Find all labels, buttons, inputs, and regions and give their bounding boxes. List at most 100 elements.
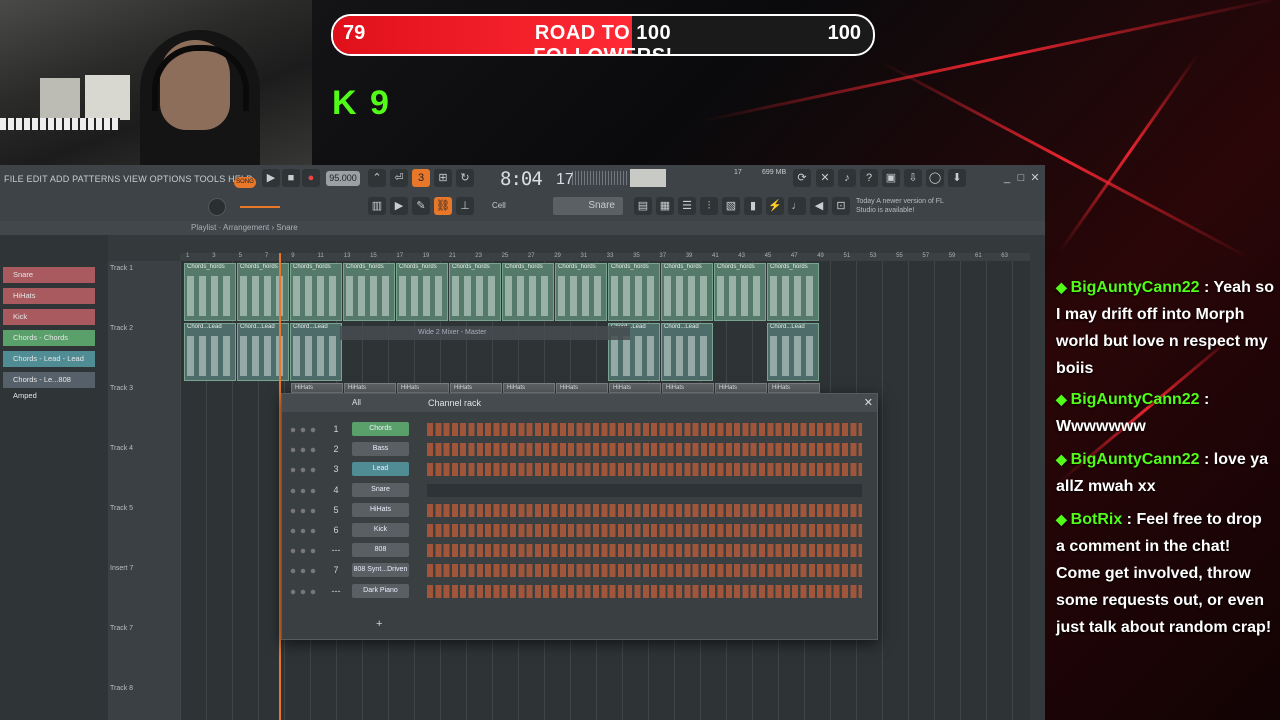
pattern-item[interactable]: Kick: [3, 309, 95, 325]
browser-icon[interactable]: ☰: [678, 197, 696, 215]
close-icon[interactable]: ✕: [1026, 169, 1044, 187]
countdown-icon[interactable]: 3: [412, 169, 430, 187]
piano-roll-icon[interactable]: ▦: [656, 197, 674, 215]
channel-name-button[interactable]: Bass: [352, 442, 409, 457]
chat-username[interactable]: BigAuntyCann22: [1071, 451, 1200, 468]
channel-controls[interactable]: [288, 567, 318, 576]
link-icon[interactable]: ⛓: [434, 197, 452, 215]
pattern-item[interactable]: HiHats: [3, 288, 95, 304]
step-sequencer[interactable]: [427, 524, 862, 537]
channel-controls[interactable]: [288, 426, 318, 434]
channel-row[interactable]: --- Dark Piano: [282, 582, 877, 602]
channel-controls[interactable]: [288, 466, 318, 475]
metronome-icon[interactable]: ⌃: [368, 169, 386, 187]
channel-name-button[interactable]: Lead: [352, 462, 409, 477]
chords-clip[interactable]: Chords_hords: [237, 263, 289, 321]
chords-clip[interactable]: Chords_hords: [396, 263, 448, 321]
stop-icon[interactable]: ■: [282, 169, 300, 187]
pattern-icon[interactable]: ▥: [368, 197, 386, 215]
hihats-clip[interactable]: HiHats: [556, 383, 608, 393]
save-icon[interactable]: ▣: [882, 169, 900, 187]
chords-clip[interactable]: Chords_hords: [449, 263, 501, 321]
step-sequencer[interactable]: [427, 503, 862, 517]
lead-clip[interactable]: Chord...Lead: [184, 323, 236, 381]
channel-row[interactable]: --- 808: [282, 541, 877, 561]
help-icon[interactable]: ?: [860, 169, 878, 187]
lead-clip[interactable]: Chord...Lead: [237, 323, 289, 381]
hihats-clip[interactable]: HiHats: [662, 383, 714, 393]
download-icon[interactable]: ⬇: [948, 169, 966, 187]
chords-clip[interactable]: Chords_hords: [661, 263, 713, 321]
pattern-item[interactable]: Chords - Chords: [3, 330, 95, 346]
draw-tool-icon[interactable]: ✎: [412, 197, 430, 215]
playlist-icon[interactable]: ▤: [634, 197, 652, 215]
channel-rack-icon[interactable]: ▧: [722, 197, 740, 215]
track-header-label[interactable]: Insert 7: [110, 565, 133, 572]
hihats-clip[interactable]: HiHats: [291, 383, 343, 393]
track-header-label[interactable]: Track 8: [110, 685, 133, 692]
channel-controls[interactable]: [288, 446, 318, 455]
snap-selector[interactable]: Snare: [553, 197, 623, 215]
channel-name-button[interactable]: 808 Synt...Driven: [352, 563, 409, 578]
next-icon[interactable]: ▶: [390, 197, 408, 215]
master-pitch-slider[interactable]: [240, 206, 280, 208]
mixer-track-number[interactable]: ---: [330, 545, 342, 555]
channel-row[interactable]: 1 Chords: [282, 420, 877, 440]
tempo-display[interactable]: 95.000: [326, 171, 360, 186]
pattern-item[interactable]: Snare: [3, 267, 95, 283]
channel-name-button[interactable]: Chords: [352, 422, 409, 436]
master-volume-knob[interactable]: [208, 198, 226, 216]
chat-username[interactable]: BigAuntyCann22: [1071, 391, 1200, 408]
plug-icon[interactable]: ⚡: [766, 197, 784, 215]
track-header-label[interactable]: Track 7: [110, 625, 133, 632]
chords-clip[interactable]: Chords_hords: [343, 263, 395, 321]
pattern-item[interactable]: Chords - Lead - Lead: [3, 351, 95, 367]
track-header-label[interactable]: Track 3: [110, 385, 133, 392]
channel-row[interactable]: 6 Kick: [282, 521, 877, 541]
chat-username[interactable]: BigAuntyCann22: [1071, 279, 1200, 296]
channel-controls[interactable]: [288, 527, 318, 535]
chords-clip[interactable]: Chords_hords: [555, 263, 607, 321]
hihats-clip[interactable]: HiHats: [344, 383, 396, 393]
add-channel-icon[interactable]: +: [376, 618, 382, 630]
mixer-icon[interactable]: ⫶: [700, 197, 718, 215]
chat-username[interactable]: BotRix: [1071, 511, 1123, 528]
step-sequencer[interactable]: [427, 584, 862, 598]
lead-clip[interactable]: Chord...Lead: [767, 323, 819, 381]
step-sequencer[interactable]: [427, 544, 862, 558]
channel-controls[interactable]: [288, 506, 318, 515]
chords-clip[interactable]: Chords_hords: [714, 263, 766, 321]
mixer-track-number[interactable]: 5: [330, 505, 342, 515]
refresh-icon[interactable]: ⟳: [793, 169, 811, 187]
tempo-tap-icon[interactable]: ♩: [788, 197, 806, 215]
step-sequencer[interactable]: [427, 483, 862, 497]
lead-clip[interactable]: Chord...Lead: [290, 323, 342, 381]
mic-icon[interactable]: ♪: [838, 169, 856, 187]
mixer-track-number[interactable]: 7: [330, 565, 342, 575]
shop-icon[interactable]: ⊡: [832, 197, 850, 215]
channel-name-button[interactable]: Dark Piano: [352, 583, 409, 598]
mixer-track-number[interactable]: ---: [330, 586, 342, 596]
chords-clip[interactable]: Chords_hords: [502, 263, 554, 321]
hihats-clip[interactable]: HiHats: [609, 383, 661, 393]
step-edit-icon[interactable]: ⊞: [434, 169, 452, 187]
tools-icon[interactable]: ✕: [816, 169, 834, 187]
step-sequencer[interactable]: [427, 443, 862, 457]
step-sequencer[interactable]: [427, 564, 862, 578]
step-sequencer[interactable]: [427, 463, 862, 477]
track-header-label[interactable]: Track 2: [110, 325, 133, 332]
channel-controls[interactable]: [288, 587, 318, 596]
mixer-track-number[interactable]: 3: [330, 464, 342, 474]
lead-clip[interactable]: Chord...Lead: [661, 323, 713, 381]
channel-filter[interactable]: All: [352, 398, 361, 407]
track-header-label[interactable]: Track 1: [110, 265, 133, 272]
record-icon[interactable]: ●: [302, 169, 320, 187]
stamp-icon[interactable]: ⊥: [456, 197, 474, 215]
rack-close-icon[interactable]: ✕: [864, 396, 873, 409]
channel-controls[interactable]: [288, 486, 318, 495]
chords-clip[interactable]: Chords_hords: [184, 263, 236, 321]
hihats-clip[interactable]: HiHats: [715, 383, 767, 393]
main-menu[interactable]: FILE EDIT ADD PATTERNS VIEW OPTIONS TOOL…: [4, 174, 252, 184]
channel-row[interactable]: 3 Lead: [282, 460, 877, 480]
chords-clip[interactable]: Chords_hords: [290, 263, 342, 321]
